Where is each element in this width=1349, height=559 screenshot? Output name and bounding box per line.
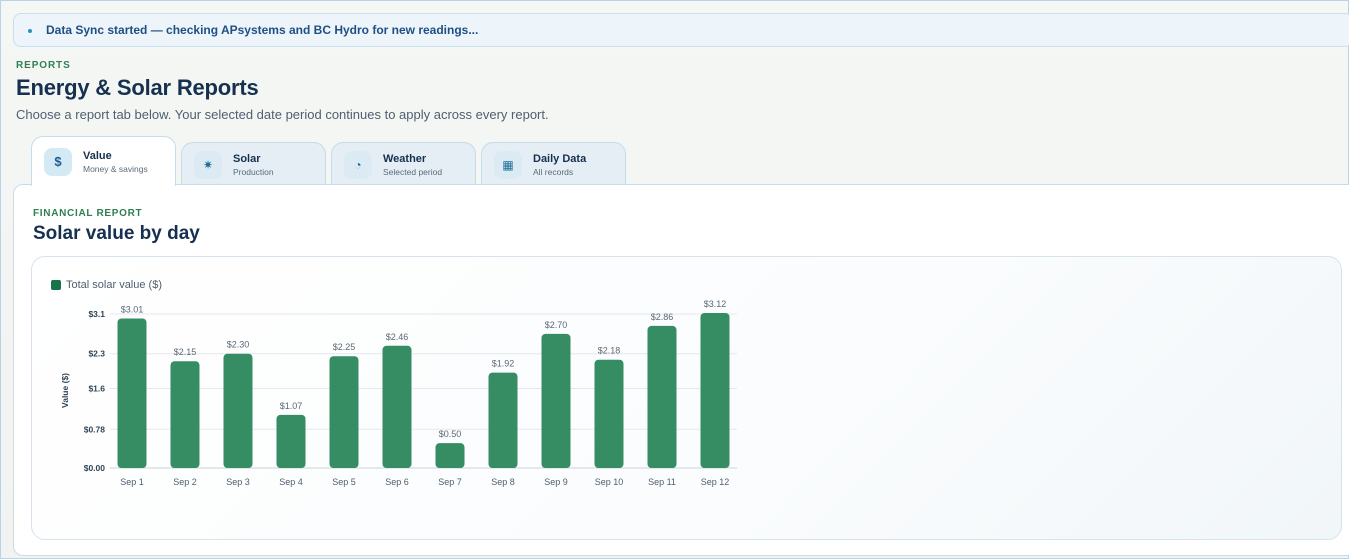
- bar: [488, 372, 518, 468]
- x-tick-label: Sep 1: [120, 477, 144, 487]
- y-axis-title: Value ($): [60, 373, 70, 408]
- x-tick-label: Sep 8: [491, 477, 515, 487]
- sync-spinner-icon: [28, 29, 32, 33]
- x-tick-label: Sep 3: [226, 477, 250, 487]
- data-label: $2.30: [227, 340, 250, 350]
- x-tick-label: Sep 2: [173, 477, 197, 487]
- x-tick-label: Sep 6: [385, 477, 409, 487]
- bar: [647, 325, 677, 468]
- bar: [117, 318, 147, 468]
- tab-solar-label: Solar: [233, 152, 261, 165]
- tab-weather[interactable]: ◔ Weather Selected period: [331, 142, 476, 186]
- x-tick-label: Sep 10: [595, 477, 624, 487]
- report-panel: FINANCIAL REPORT Solar value by day $0.0…: [13, 184, 1349, 556]
- panel-eyebrow: FINANCIAL REPORT: [33, 208, 143, 219]
- tab-solar-sublabel: Production: [233, 166, 274, 177]
- chart-legend[interactable]: Total solar value ($): [51, 279, 162, 291]
- tab-value-label: Value: [83, 149, 112, 162]
- bar-chart: $0.00 $0.78 $1.6 $2.3 $3.1 Value ($) $3.01 Sep …: [60, 299, 737, 487]
- data-label: $1.07: [280, 401, 303, 411]
- data-label: $2.46: [386, 332, 409, 342]
- legend-swatch: [51, 280, 61, 290]
- y-tick-label: $2.3: [88, 349, 105, 359]
- x-tick-label: Sep 5: [332, 477, 356, 487]
- x-tick-label: Sep 4: [279, 477, 303, 487]
- chart-card: $0.00 $0.78 $1.6 $2.3 $3.1 Value ($) $3.01 Sep …: [31, 256, 1342, 540]
- tab-daily-data-sublabel: All records: [533, 166, 574, 177]
- panel-title: Solar value by day: [33, 223, 200, 244]
- bar: [700, 313, 730, 468]
- page-title: Energy & Solar Reports: [16, 75, 259, 100]
- data-label: $0.50: [439, 429, 462, 439]
- page-subtitle: Choose a report tab below. Your selected…: [16, 107, 549, 122]
- data-label: $2.25: [333, 342, 356, 352]
- tab-value-sublabel: Money & savings: [83, 163, 148, 174]
- bar: [435, 443, 465, 468]
- bar: [594, 359, 624, 468]
- data-label: $2.18: [598, 346, 621, 356]
- x-tick-label: Sep 12: [701, 477, 730, 487]
- tab-solar[interactable]: ✷ Solar Production: [181, 142, 326, 186]
- bar: [329, 356, 359, 468]
- data-label: $1.92: [492, 359, 515, 369]
- bar: [382, 345, 412, 468]
- x-tick-label: Sep 9: [544, 477, 568, 487]
- data-label: $3.01: [121, 304, 144, 314]
- legend-label: Total solar value ($): [66, 279, 162, 291]
- page-eyebrow: REPORTS: [16, 60, 71, 71]
- tab-daily-data[interactable]: ▦ Daily Data All records: [481, 142, 626, 186]
- tab-weather-sublabel: Selected period: [383, 166, 443, 177]
- tab-value[interactable]: $ Value Money & savings: [31, 136, 176, 186]
- x-tick-label: Sep 11: [648, 477, 676, 487]
- y-tick-label: $0.78: [84, 424, 106, 434]
- app-frame: Data Sync started — checking APsystems a…: [0, 0, 1349, 559]
- bar: [541, 333, 571, 468]
- y-tick-label: $0.00: [84, 463, 106, 473]
- weather-icon: ◔: [344, 150, 372, 179]
- bar: [276, 414, 306, 468]
- tab-daily-data-label: Daily Data: [533, 152, 587, 165]
- sync-status-text: Data Sync started — checking APsystems a…: [46, 23, 479, 37]
- data-label: $2.15: [174, 347, 197, 357]
- dollar-icon: $: [44, 147, 72, 176]
- data-label: $2.86: [651, 312, 674, 322]
- bar: [170, 361, 200, 468]
- y-tick-label: $1.6: [88, 384, 105, 394]
- x-tick-label: Sep 7: [438, 477, 462, 487]
- data-label: $3.12: [704, 299, 727, 309]
- data-label: $2.70: [545, 320, 568, 330]
- sun-icon: ✷: [194, 150, 222, 179]
- bar: [223, 353, 253, 468]
- tab-weather-label: Weather: [383, 152, 427, 165]
- sync-status-banner: Data Sync started — checking APsystems a…: [13, 13, 1349, 47]
- y-tick-label: $3.1: [88, 309, 105, 319]
- grid-icon: ▦: [494, 150, 522, 179]
